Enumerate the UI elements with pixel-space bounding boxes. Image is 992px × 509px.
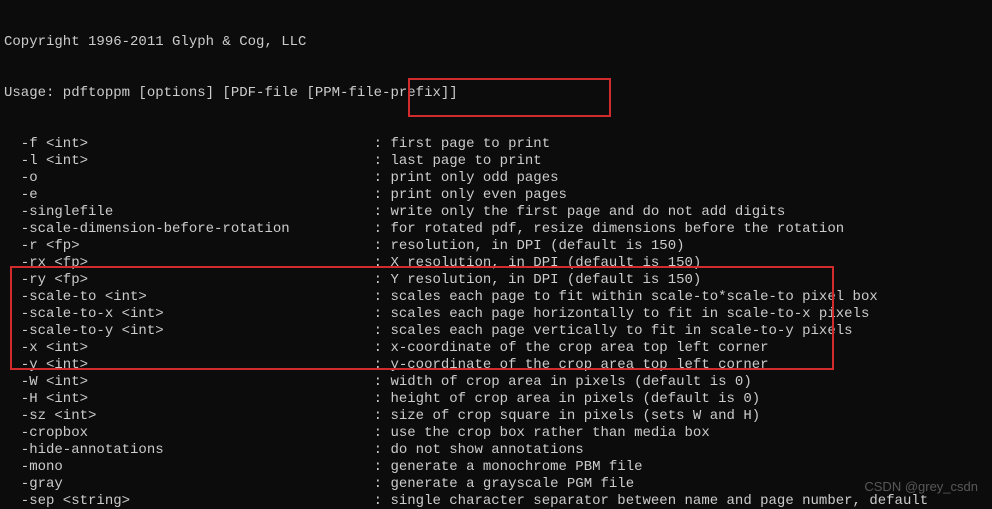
option-row: -sep <string> : single character separat… [4, 493, 988, 509]
option-row: -mono : generate a monochrome PBM file [4, 459, 988, 476]
options-list: -f <int> : first page to print -l <int> … [4, 136, 988, 509]
usage-line: Usage: pdftoppm [options] [PDF-file [PPM… [4, 85, 988, 102]
terminal-output: Copyright 1996-2011 Glyph & Cog, LLC Usa… [0, 0, 992, 509]
option-row: -r <fp> : resolution, in DPI (default is… [4, 238, 988, 255]
option-row: -cropbox : use the crop box rather than … [4, 425, 988, 442]
option-row: -singlefile : write only the first page … [4, 204, 988, 221]
watermark: CSDN @grey_csdn [864, 478, 978, 495]
option-row: -scale-to <int> : scales each page to fi… [4, 289, 988, 306]
option-row: -gray : generate a grayscale PGM file [4, 476, 988, 493]
option-row: -scale-to-y <int> : scales each page ver… [4, 323, 988, 340]
option-row: -f <int> : first page to print [4, 136, 988, 153]
option-row: -scale-dimension-before-rotation : for r… [4, 221, 988, 238]
option-row: -H <int> : height of crop area in pixels… [4, 391, 988, 408]
option-row: -ry <fp> : Y resolution, in DPI (default… [4, 272, 988, 289]
option-row: -l <int> : last page to print [4, 153, 988, 170]
option-row: -hide-annotations : do not show annotati… [4, 442, 988, 459]
option-row: -rx <fp> : X resolution, in DPI (default… [4, 255, 988, 272]
option-row: -W <int> : width of crop area in pixels … [4, 374, 988, 391]
copyright-line: Copyright 1996-2011 Glyph & Cog, LLC [4, 34, 988, 51]
option-row: -o : print only odd pages [4, 170, 988, 187]
option-row: -x <int> : x-coordinate of the crop area… [4, 340, 988, 357]
option-row: -scale-to-x <int> : scales each page hor… [4, 306, 988, 323]
option-row: -sz <int> : size of crop square in pixel… [4, 408, 988, 425]
option-row: -e : print only even pages [4, 187, 988, 204]
option-row: -y <int> : y-coordinate of the crop area… [4, 357, 988, 374]
